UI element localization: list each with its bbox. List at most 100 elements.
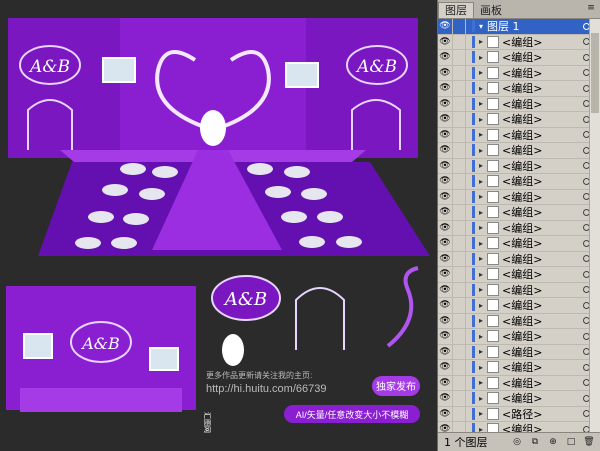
layer-row[interactable]: 👁 ▸ <编组> [438, 282, 600, 298]
visibility-eye-icon[interactable]: 👁 [438, 81, 452, 96]
promo-url[interactable]: http://hi.huitu.com/66739 [206, 383, 326, 395]
visibility-eye-icon[interactable]: 👁 [438, 236, 452, 251]
expand-triangle-icon[interactable]: ▸ [475, 254, 487, 263]
visibility-eye-icon[interactable]: 👁 [438, 19, 452, 34]
lock-toggle[interactable] [452, 251, 466, 267]
layer-row[interactable]: 👁 ▸ <编组> [438, 375, 600, 391]
layer-row[interactable]: 👁 ▸ <编组> [438, 204, 600, 221]
visibility-eye-icon[interactable]: 👁 [438, 220, 452, 235]
layer-row[interactable]: 👁 ▸ <编组> [438, 65, 600, 81]
visibility-eye-icon[interactable]: 👁 [438, 298, 452, 313]
layer-row[interactable]: 👁 ▸ <编组> [438, 111, 600, 128]
layer-row[interactable]: 👁 ▸ <编组> [438, 220, 600, 236]
layer-row[interactable]: 👁 ▸ <编组> [438, 344, 600, 360]
layer-row[interactable]: 👁 ▸ <编组> [438, 142, 600, 159]
expand-triangle-icon[interactable]: ▸ [475, 192, 487, 201]
expand-triangle-icon[interactable]: ▸ [475, 223, 487, 232]
locate-object-icon[interactable]: ◎ [510, 436, 524, 448]
expand-triangle-icon[interactable]: ▸ [475, 99, 487, 108]
layer-row[interactable]: 👁 ▸ <编组> [438, 328, 600, 345]
expand-triangle-icon[interactable]: ▸ [475, 332, 487, 341]
layer-row[interactable]: 👁 ▸ <编组> [438, 266, 600, 283]
lock-toggle[interactable] [452, 127, 466, 143]
expand-triangle-icon[interactable]: ▸ [475, 68, 487, 77]
visibility-eye-icon[interactable]: 👁 [438, 329, 452, 344]
collapse-triangle-icon[interactable]: ▾ [475, 22, 487, 31]
expand-triangle-icon[interactable]: ▸ [475, 316, 487, 325]
tab-artboards[interactable]: 画板 [474, 3, 508, 18]
visibility-eye-icon[interactable]: 👁 [438, 65, 452, 80]
expand-triangle-icon[interactable]: ▸ [475, 208, 487, 217]
lock-toggle[interactable] [452, 406, 466, 422]
layer-row[interactable]: 👁 ▸ <编组> [438, 189, 600, 205]
lock-toggle[interactable] [452, 80, 466, 96]
lock-toggle[interactable] [452, 65, 466, 81]
expand-triangle-icon[interactable]: ▸ [475, 285, 487, 294]
lock-toggle[interactable] [452, 49, 466, 65]
layer-row[interactable]: 👁 ▸ <编组> [438, 297, 600, 314]
scrollbar[interactable] [589, 19, 600, 433]
expand-triangle-icon[interactable]: ▸ [475, 53, 487, 62]
visibility-eye-icon[interactable]: 👁 [438, 174, 452, 189]
visibility-eye-icon[interactable]: 👁 [438, 34, 452, 49]
clipping-mask-icon[interactable]: ⧉ [528, 436, 542, 448]
expand-triangle-icon[interactable]: ▸ [475, 409, 487, 418]
artboard-canvas[interactable]: A&B A&B A&B A&B 更多作品更新请关注我的主页: http://hi… [0, 0, 436, 451]
layer-row[interactable]: 👁 ▸ <编组> [438, 359, 600, 376]
visibility-eye-icon[interactable]: 👁 [438, 50, 452, 65]
panel-menu-icon[interactable]: ≡ [585, 2, 597, 14]
layer-row[interactable]: 👁 ▸ <路径> [438, 406, 600, 422]
visibility-eye-icon[interactable]: 👁 [438, 313, 452, 328]
lock-toggle[interactable] [452, 282, 466, 298]
expand-triangle-icon[interactable]: ▸ [475, 239, 487, 248]
lock-toggle[interactable] [452, 313, 466, 329]
expand-triangle-icon[interactable]: ▸ [475, 363, 487, 372]
layer-row[interactable]: 👁 ▸ <编组> [438, 251, 600, 267]
new-layer-icon[interactable]: □ [564, 436, 578, 448]
lock-toggle[interactable] [452, 142, 466, 158]
lock-toggle[interactable] [452, 173, 466, 189]
lock-toggle[interactable] [452, 328, 466, 344]
layer-row[interactable]: 👁 ▸ <编组> [438, 80, 600, 97]
lock-toggle[interactable] [452, 390, 466, 406]
lock-toggle[interactable] [452, 34, 466, 50]
expand-triangle-icon[interactable]: ▸ [475, 115, 487, 124]
visibility-eye-icon[interactable]: 👁 [438, 251, 452, 266]
layer-row-top[interactable]: 👁 ▾ 图层 1 [438, 19, 600, 35]
new-sublayer-icon[interactable]: ⊕ [546, 436, 560, 448]
lock-toggle[interactable] [452, 375, 466, 391]
layer-row[interactable]: 👁 ▸ <编组> [438, 390, 600, 407]
layer-row[interactable]: 👁 ▸ <编组> [438, 158, 600, 174]
lock-toggle[interactable] [452, 297, 466, 313]
expand-triangle-icon[interactable]: ▸ [475, 394, 487, 403]
visibility-eye-icon[interactable]: 👁 [438, 158, 452, 173]
expand-triangle-icon[interactable]: ▸ [475, 130, 487, 139]
visibility-eye-icon[interactable]: 👁 [438, 96, 452, 111]
visibility-eye-icon[interactable]: 👁 [438, 360, 452, 375]
visibility-eye-icon[interactable]: 👁 [438, 112, 452, 127]
visibility-eye-icon[interactable]: 👁 [438, 282, 452, 297]
lock-toggle[interactable] [452, 189, 466, 205]
expand-triangle-icon[interactable]: ▸ [475, 161, 487, 170]
visibility-eye-icon[interactable]: 👁 [438, 205, 452, 220]
lock-toggle[interactable] [452, 158, 466, 174]
lock-toggle[interactable] [452, 266, 466, 282]
layer-row[interactable]: 👁 ▸ <编组> [438, 49, 600, 66]
lock-toggle[interactable] [452, 19, 466, 34]
expand-triangle-icon[interactable]: ▸ [475, 378, 487, 387]
expand-triangle-icon[interactable]: ▸ [475, 146, 487, 155]
lock-toggle[interactable] [452, 359, 466, 375]
visibility-eye-icon[interactable]: 👁 [438, 127, 452, 142]
visibility-eye-icon[interactable]: 👁 [438, 267, 452, 282]
lock-toggle[interactable] [452, 111, 466, 127]
lock-toggle[interactable] [452, 96, 466, 112]
visibility-eye-icon[interactable]: 👁 [438, 143, 452, 158]
lock-toggle[interactable] [452, 344, 466, 360]
expand-triangle-icon[interactable]: ▸ [475, 177, 487, 186]
lock-toggle[interactable] [452, 204, 466, 220]
expand-triangle-icon[interactable]: ▸ [475, 37, 487, 46]
layer-row[interactable]: 👁 ▸ <编组> [438, 127, 600, 143]
layer-row[interactable]: 👁 ▸ <编组> [438, 96, 600, 112]
tab-layers[interactable]: 图层 [438, 2, 474, 18]
expand-triangle-icon[interactable]: ▸ [475, 84, 487, 93]
